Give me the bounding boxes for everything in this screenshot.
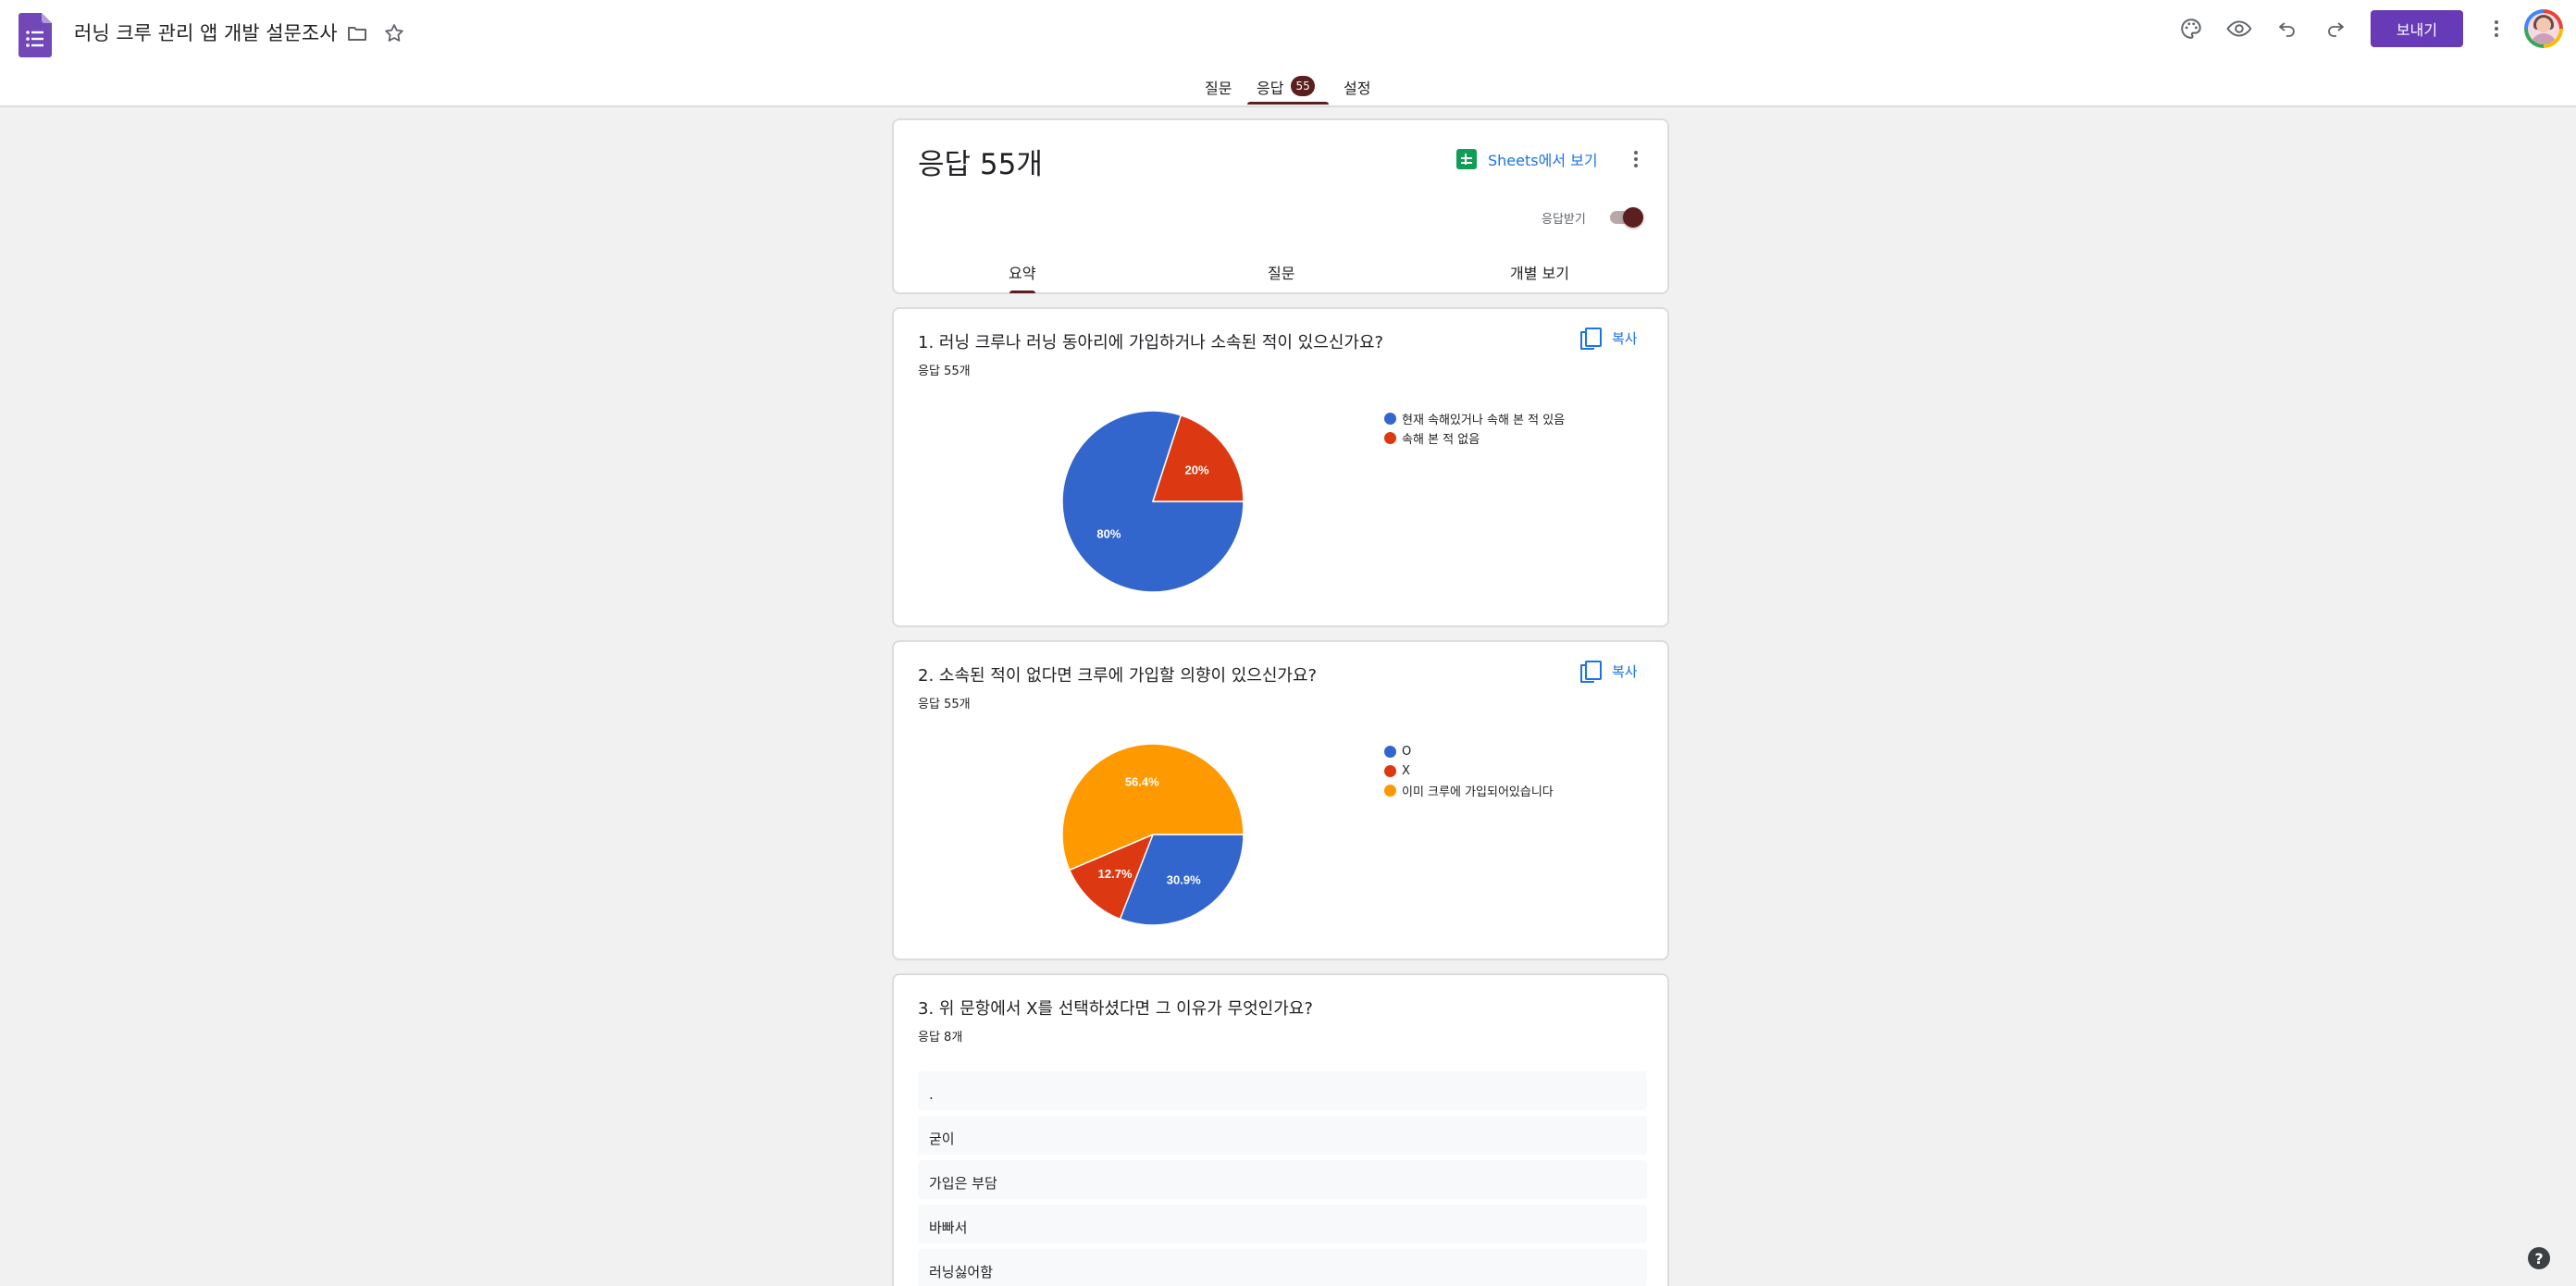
preview-icon[interactable]: [2223, 12, 2256, 45]
copy-chart-button[interactable]: 복사: [1580, 328, 1638, 350]
main-tabs: 질문 응답 55 설정: [0, 72, 2576, 107]
tab-questions[interactable]: 질문: [1205, 72, 1232, 105]
responses-header-card: 응답 55개 Sheets에서 보기 응답받기 요약 질문 개별 보기: [892, 118, 1669, 294]
avatar[interactable]: [2524, 9, 2563, 48]
legend-item[interactable]: 이미 크루에 가입되어있습니다: [1384, 781, 1554, 800]
view-in-sheets-button[interactable]: Sheets에서 보기: [1456, 148, 1598, 170]
legend-item[interactable]: 현재 속해있거나 속해 본 적 있음: [1384, 409, 1565, 428]
more-vert-icon[interactable]: [2485, 18, 2508, 40]
text-answer-list: . 굳이 가입은 부담 바빠서 러닝싫어함: [918, 1071, 1647, 1286]
copy-chart-button[interactable]: 복사: [1580, 661, 1638, 683]
document-title[interactable]: 러닝 크루 관리 앱 개발 설문조사: [74, 19, 338, 48]
send-button[interactable]: 보내기: [2371, 10, 2463, 47]
subtab-summary[interactable]: 요약: [1009, 261, 1035, 283]
question-card-2: 2. 소속된 적이 없다면 크루에 가입할 의향이 있으신가요? 응답 55개 …: [892, 640, 1669, 960]
pie-slice-label: 56.4%: [1125, 774, 1159, 788]
question-title: 1. 러닝 크루나 러닝 동아리에 가입하거나 소속된 적이 있으신가요?: [918, 333, 1384, 352]
accepting-responses-label: 응답받기: [1542, 213, 1586, 227]
accepting-responses-toggle[interactable]: [1606, 205, 1643, 228]
sheets-icon: [1456, 149, 1477, 169]
star-icon[interactable]: [378, 17, 411, 50]
active-subtab-indicator: [1009, 291, 1035, 293]
more-vert-icon[interactable]: [1625, 148, 1647, 170]
undo-icon[interactable]: [2271, 12, 2304, 45]
tab-settings[interactable]: 설정: [1344, 72, 1370, 105]
answer-item: 러닝싫어함: [918, 1249, 1647, 1286]
legend-item[interactable]: O: [1384, 742, 1554, 761]
answer-item: 굳이: [918, 1116, 1647, 1155]
responses-title: 응답 55개: [918, 148, 1043, 181]
question-card-1: 1. 러닝 크루나 러닝 동아리에 가입하거나 소속된 적이 있으신가요? 응답…: [892, 307, 1669, 627]
response-count-badge: 55: [1291, 76, 1315, 96]
folder-icon[interactable]: [341, 17, 374, 50]
chart-legend: 현재 속해있거나 속해 본 적 있음 속해 본 적 없음: [1384, 409, 1565, 448]
pie-slice-label: 30.9%: [1167, 873, 1201, 887]
pie-chart: 30.9% 12.7% 56.4%: [1061, 743, 1245, 926]
response-count: 응답 8개: [918, 1031, 963, 1045]
question-title: 2. 소속된 적이 없다면 크루에 가입할 의향이 있으신가요?: [918, 666, 1318, 686]
answer-item: 가입은 부담: [918, 1160, 1647, 1199]
chart-legend: O X 이미 크루에 가입되어있습니다: [1384, 742, 1554, 800]
forms-logo-icon[interactable]: [19, 13, 52, 57]
copy-icon: [1580, 328, 1602, 350]
legend-item[interactable]: X: [1384, 761, 1554, 781]
subtab-question[interactable]: 질문: [1268, 261, 1294, 283]
subtab-individual[interactable]: 개별 보기: [1510, 261, 1569, 283]
pie-slice-label: 20%: [1185, 463, 1209, 476]
question-card-3: 3. 위 문항에서 X를 선택하셨다면 그 이유가 무엇인가요? 응답 8개 .…: [892, 973, 1669, 1286]
redo-icon[interactable]: [2319, 12, 2352, 45]
answer-item: 바빠서: [918, 1205, 1647, 1243]
palette-icon[interactable]: [2174, 12, 2208, 45]
pie-slice-label: 80%: [1096, 527, 1121, 541]
pie-chart: 80% 20%: [1061, 410, 1245, 593]
help-icon[interactable]: ?: [2528, 1247, 2550, 1269]
copy-icon: [1580, 661, 1602, 683]
response-count: 응답 55개: [918, 365, 971, 378]
pie-slice-label: 12.7%: [1098, 867, 1133, 881]
question-title: 3. 위 문항에서 X를 선택하셨다면 그 이유가 무엇인가요?: [918, 999, 1313, 1019]
response-count: 응답 55개: [918, 698, 971, 711]
app-header: 러닝 크루 관리 앱 개발 설문조사 보내기 질문 응답 55 설정: [0, 0, 2576, 107]
active-tab-indicator: [1247, 102, 1329, 105]
answer-item: .: [918, 1071, 1647, 1110]
tab-responses[interactable]: 응답 55: [1257, 72, 1315, 105]
legend-item[interactable]: 속해 본 적 없음: [1384, 428, 1565, 448]
